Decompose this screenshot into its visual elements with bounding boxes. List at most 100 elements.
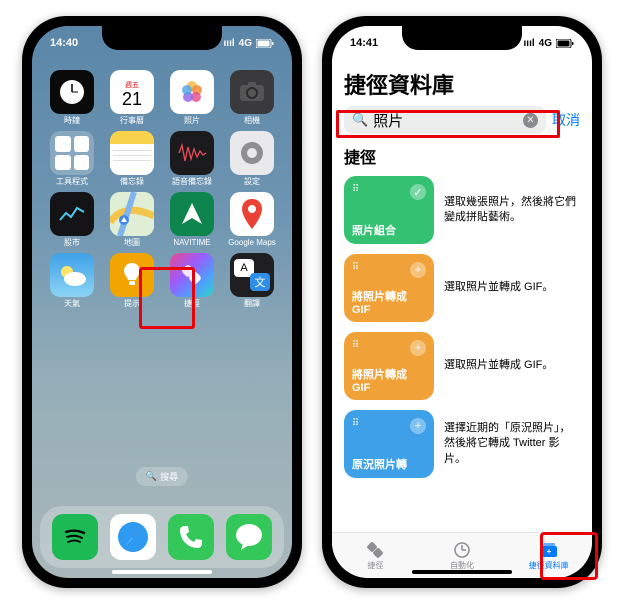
- card-list: ⠿ ✓ 照片組合 選取幾張照片，然後將它們變成拼貼藝術。 ⠿ + 將照片轉成 GIF 選取照片…: [344, 176, 580, 478]
- tab-0[interactable]: 捷徑: [332, 533, 419, 578]
- status-time: 14:41: [350, 37, 378, 49]
- photos-icon: [170, 70, 214, 114]
- dock-phone[interactable]: [168, 514, 214, 560]
- check-icon[interactable]: ✓: [410, 184, 426, 200]
- shortcut-card[interactable]: ⠿ + 將照片轉成 GIF 選取照片並轉成 GIF。: [344, 332, 580, 400]
- gallery-screen: 14:41 ıııl 4G 捷徑資料庫 🔍 照片 ✕ 取消 捷徑 ⠿✓照片組合選…: [332, 26, 592, 578]
- shortcut-tile: ⠿ + 原況照片轉: [344, 410, 434, 478]
- trans-icon: A文: [230, 253, 274, 297]
- app-label: 備忘錄: [120, 178, 144, 186]
- highlight-search: [336, 110, 560, 138]
- app-notes[interactable]: 備忘錄: [106, 131, 158, 186]
- app-label: 時鐘: [64, 117, 80, 125]
- app-label: 相機: [244, 117, 260, 125]
- shortcut-tile: ⠿ ✓ 照片組合: [344, 176, 434, 244]
- grid-icon: ⠿: [352, 184, 360, 195]
- page-title: 捷徑資料庫: [344, 68, 580, 100]
- shortcut-card[interactable]: ⠿ + 原況照片轉 選擇近期的「原況照片」，然後將它轉成 Twitter 影片。: [344, 410, 580, 478]
- navi-icon: [170, 192, 214, 236]
- sett-icon: [230, 131, 274, 175]
- app-maps[interactable]: 地圖: [106, 192, 158, 247]
- app-label: Google Maps: [228, 239, 276, 247]
- grid-icon: ⠿: [352, 418, 360, 429]
- app-sett[interactable]: 設定: [226, 131, 278, 186]
- signal-icon: ıııl: [524, 38, 535, 49]
- network-label: 4G: [539, 38, 552, 49]
- dock-safari[interactable]: [110, 514, 156, 560]
- shortcut-card[interactable]: ⠿ + 將照片轉成 GIF 選取照片並轉成 GIF。: [344, 254, 580, 322]
- shortcut-desc: 選取照片並轉成 GIF。: [444, 280, 580, 295]
- app-voice[interactable]: 語音備忘錄: [166, 131, 218, 186]
- phone-gallery: 14:41 ıııl 4G 捷徑資料庫 🔍 照片 ✕ 取消 捷徑 ⠿✓照片組合選…: [322, 16, 602, 588]
- app-label: 提示: [124, 300, 140, 308]
- signal-icon: ıııl: [224, 38, 235, 49]
- app-clock[interactable]: 時鐘: [46, 70, 98, 125]
- network-label: 4G: [239, 38, 252, 49]
- dock-spotify[interactable]: [52, 514, 98, 560]
- stocks-icon: [50, 192, 94, 236]
- tile-label: 將照片轉成 GIF: [352, 366, 426, 394]
- notch: [402, 26, 522, 50]
- highlight-gallery-tab: [540, 532, 598, 580]
- battery-icon: [556, 39, 574, 48]
- shortcut-tile: ⠿ + 將照片轉成 GIF: [344, 332, 434, 400]
- battery-icon: [256, 39, 274, 48]
- section-header: 捷徑: [344, 144, 580, 168]
- cam-icon: [230, 70, 274, 114]
- grid-icon: ⠿: [352, 340, 360, 351]
- plus-icon[interactable]: +: [410, 262, 426, 278]
- app-util[interactable]: 工具程式: [46, 131, 98, 186]
- app-label: 語音備忘錄: [172, 178, 212, 186]
- tab-icon: [365, 541, 385, 559]
- app-label: 行事曆: [120, 117, 144, 125]
- tile-label: 原況照片轉: [352, 456, 426, 472]
- tile-label: 照片組合: [352, 222, 426, 238]
- voice-icon: [170, 131, 214, 175]
- app-label: 地圖: [124, 239, 140, 247]
- search-label: 搜尋: [160, 470, 178, 483]
- notch: [102, 26, 222, 50]
- grid-icon: ⠿: [352, 262, 360, 273]
- shortcut-card[interactable]: ⠿ ✓ 照片組合 選取幾張照片，然後將它們變成拼貼藝術。: [344, 176, 580, 244]
- maps-icon: [110, 192, 154, 236]
- clock-icon: [50, 70, 94, 114]
- app-trans[interactable]: A文翻譯: [226, 253, 278, 308]
- app-wea[interactable]: 天氣: [46, 253, 98, 308]
- notes-icon: [110, 131, 154, 175]
- home-indicator[interactable]: [112, 570, 212, 574]
- app-label: 照片: [184, 117, 200, 125]
- app-label: 翻譯: [244, 300, 260, 308]
- highlight-shortcuts-app: [139, 267, 195, 329]
- plus-icon[interactable]: +: [410, 418, 426, 434]
- app-gmaps[interactable]: Google Maps: [226, 192, 278, 247]
- shortcut-desc: 選取幾張照片，然後將它們變成拼貼藝術。: [444, 195, 580, 226]
- plus-icon[interactable]: +: [410, 340, 426, 356]
- tile-label: 將照片轉成 GIF: [352, 288, 426, 316]
- tab-label: 捷徑: [367, 560, 383, 571]
- app-label: 設定: [244, 178, 260, 186]
- tab-icon: [452, 541, 472, 559]
- tab-label: 自動化: [450, 560, 474, 571]
- util-icon: [50, 131, 94, 175]
- dock-msg[interactable]: [226, 514, 272, 560]
- shortcut-desc: 選取照片並轉成 GIF。: [444, 358, 580, 373]
- shortcut-desc: 選擇近期的「原況照片」，然後將它轉成 Twitter 影片。: [444, 421, 580, 467]
- app-navi[interactable]: NAVITIME: [166, 192, 218, 247]
- calendar-weekday: 週五: [125, 80, 139, 90]
- status-indicators: ıııl 4G: [224, 38, 274, 49]
- app-label: 天氣: [64, 300, 80, 308]
- search-pill[interactable]: 🔍 搜尋: [136, 467, 188, 486]
- app-cam[interactable]: 相機: [226, 70, 278, 125]
- app-label: NAVITIME: [173, 239, 210, 247]
- home-indicator[interactable]: [412, 570, 512, 574]
- wea-icon: [50, 253, 94, 297]
- search-icon: 🔍: [146, 471, 157, 482]
- app-photos[interactable]: 照片: [166, 70, 218, 125]
- app-stocks[interactable]: 股市: [46, 192, 98, 247]
- status-time: 14:40: [50, 37, 78, 49]
- status-indicators: ıııl 4G: [524, 38, 574, 49]
- app-cal[interactable]: 週五21行事曆: [106, 70, 158, 125]
- dock: [40, 506, 284, 568]
- app-label: 工具程式: [56, 178, 88, 186]
- app-label: 股市: [64, 239, 80, 247]
